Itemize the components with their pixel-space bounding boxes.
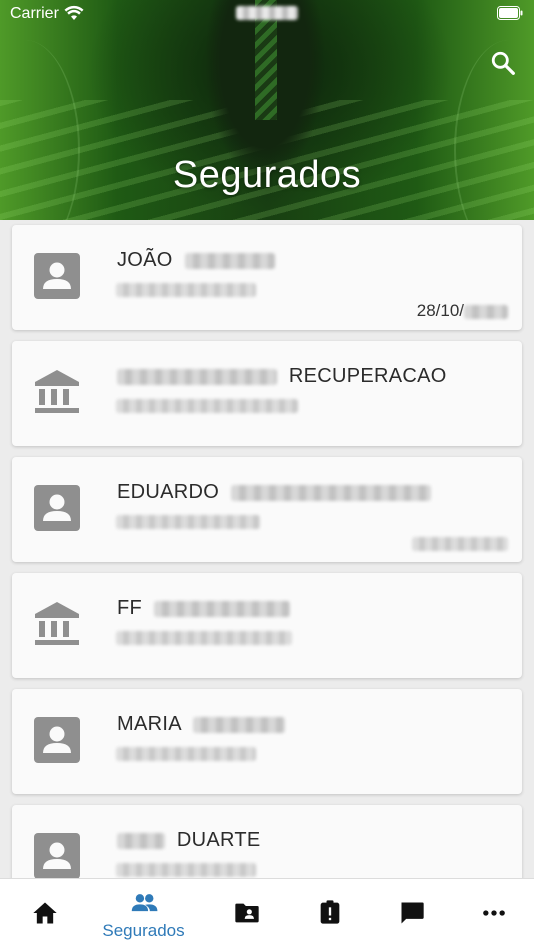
insured-document-redacted bbox=[116, 399, 298, 413]
insured-list: JOÃO 28/10/ RECUPERACAO EDUARDO FF MARIA… bbox=[0, 220, 534, 878]
people-icon bbox=[131, 894, 157, 912]
bank-icon bbox=[35, 602, 79, 645]
home-icon bbox=[32, 902, 57, 924]
insured-document-redacted bbox=[116, 631, 292, 645]
redacted-text bbox=[153, 600, 290, 617]
redacted-text bbox=[184, 252, 275, 269]
insured-name: EDUARDO bbox=[117, 481, 220, 503]
insured-name-row: JOÃO bbox=[117, 249, 275, 272]
insured-date-row: 28/10/ bbox=[417, 301, 508, 321]
insured-card[interactable]: JOÃO 28/10/ bbox=[12, 225, 522, 330]
insured-date: 28/10/ bbox=[416, 301, 464, 320]
redacted-text bbox=[117, 368, 277, 385]
nav-messages[interactable] bbox=[367, 879, 456, 950]
insured-name: MARIA bbox=[117, 713, 181, 735]
person-card-icon bbox=[34, 717, 80, 763]
insured-name: FF bbox=[117, 597, 143, 619]
insured-document-redacted bbox=[116, 747, 256, 761]
nav-label-segurados: Segurados bbox=[102, 921, 185, 940]
insured-name: RECUPERACAO bbox=[288, 365, 447, 387]
insured-name-row: EDUARDO bbox=[117, 481, 431, 504]
clipboard-alert-icon bbox=[320, 900, 339, 924]
more-icon bbox=[482, 910, 505, 916]
person-card-icon bbox=[34, 253, 80, 299]
carrier-label: Carrier bbox=[10, 5, 59, 22]
nav-home[interactable] bbox=[0, 879, 89, 950]
insured-card[interactable]: RECUPERACAO bbox=[12, 341, 522, 446]
bottom-nav: Segurados bbox=[0, 878, 534, 950]
nav-documents[interactable] bbox=[202, 879, 291, 950]
battery-icon bbox=[497, 6, 523, 20]
insured-name-row: DUARTE bbox=[117, 829, 261, 852]
insured-name-row: RECUPERACAO bbox=[117, 365, 447, 388]
nav-segurados[interactable]: Segurados bbox=[99, 879, 188, 950]
insured-name: JOÃO bbox=[117, 249, 173, 271]
wifi-icon bbox=[64, 5, 84, 20]
status-bar: Carrier bbox=[0, 0, 534, 28]
bank-icon bbox=[35, 370, 79, 413]
insured-name-row: MARIA bbox=[117, 713, 285, 736]
nav-claims[interactable] bbox=[285, 879, 374, 950]
insured-document-redacted bbox=[116, 863, 256, 877]
redacted-text bbox=[192, 716, 285, 733]
clock-redacted bbox=[236, 6, 298, 20]
redacted-text bbox=[230, 484, 431, 501]
insured-card[interactable]: FF bbox=[12, 573, 522, 678]
person-card-icon bbox=[34, 833, 80, 878]
page-title: Segurados bbox=[172, 154, 362, 196]
insured-document-redacted bbox=[116, 283, 256, 297]
insured-name: DUARTE bbox=[176, 829, 261, 851]
nav-more[interactable] bbox=[449, 879, 534, 950]
chat-icon bbox=[401, 902, 424, 924]
redacted-text bbox=[117, 832, 165, 849]
insured-card[interactable]: EDUARDO bbox=[12, 457, 522, 562]
search-icon[interactable] bbox=[490, 50, 516, 76]
header: Carrier Segurados bbox=[0, 0, 534, 220]
insured-document-redacted bbox=[116, 515, 260, 529]
insured-card[interactable]: DUARTE bbox=[12, 805, 522, 878]
folder-person-icon bbox=[234, 903, 259, 923]
insured-date-redacted bbox=[412, 537, 508, 551]
person-card-icon bbox=[34, 485, 80, 531]
insured-card[interactable]: MARIA bbox=[12, 689, 522, 794]
redacted-text bbox=[464, 304, 508, 319]
insured-name-row: FF bbox=[117, 597, 290, 620]
